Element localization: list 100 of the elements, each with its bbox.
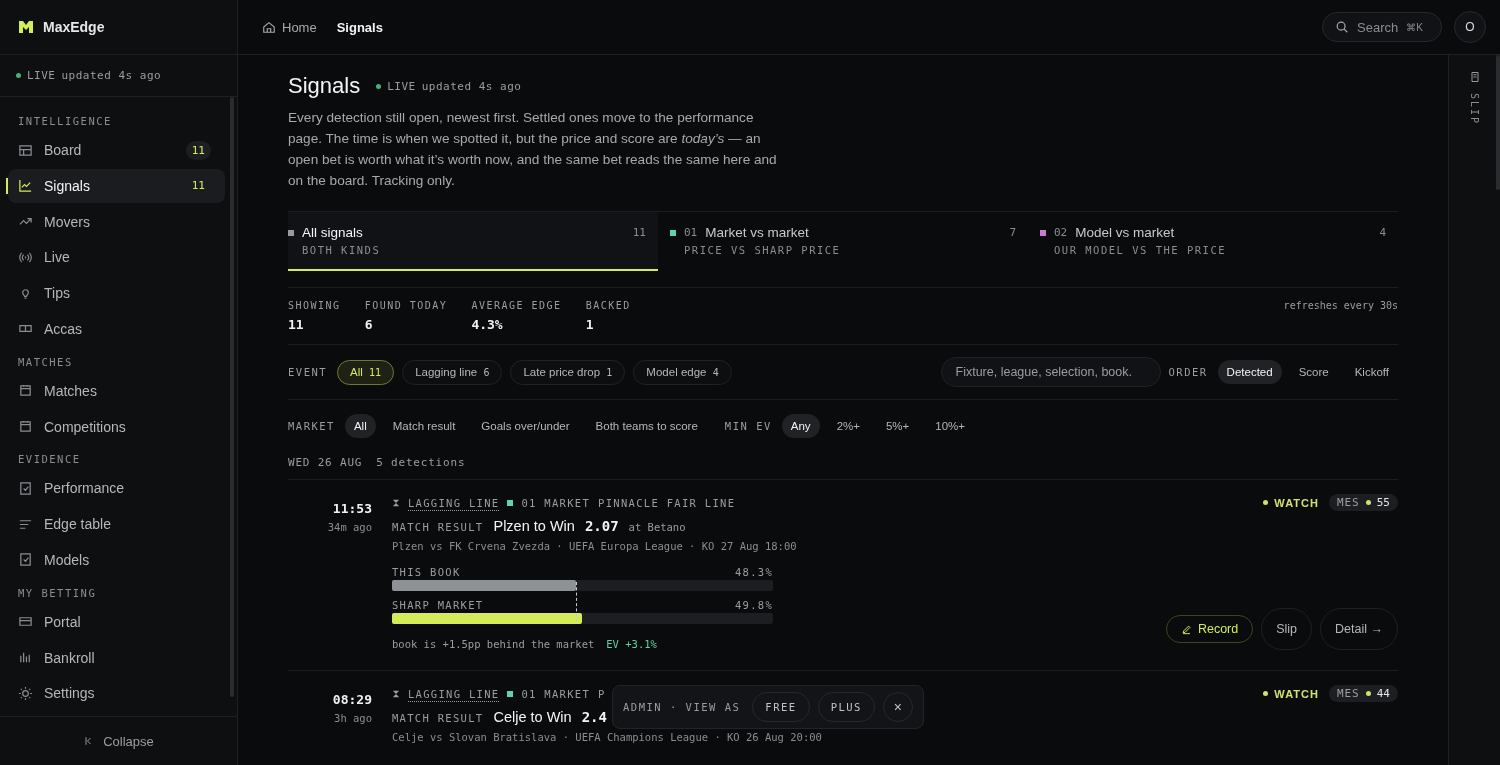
event-filter-chip[interactable]: Late price drop 1 <box>510 359 626 385</box>
order-option[interactable]: Score <box>1289 360 1338 384</box>
price: 2.07 <box>584 518 619 534</box>
bookmaker: at Betano <box>628 521 686 533</box>
price: 2.4 <box>581 709 607 725</box>
event-filter-chip[interactable]: Lagging line 6 <box>402 359 503 385</box>
nav-item[interactable]: Portal <box>8 604 225 639</box>
hourglass-icon <box>392 690 400 698</box>
status-label: WATCH <box>1263 496 1319 509</box>
home-icon <box>262 20 276 34</box>
event-filter-chip[interactable]: Model edge 4 <box>633 359 732 385</box>
time-ago: 34m ago <box>327 521 372 533</box>
min-ev-option[interactable]: 2%+ <box>827 414 869 438</box>
time-ago: 3h ago <box>334 712 372 724</box>
filter-label: EVENT <box>288 366 328 378</box>
pencil-icon <box>1180 623 1192 635</box>
signal-type-tab[interactable]: 01 Market vs market 7 PRICE VS SHARP PRICE <box>658 212 1028 271</box>
selection-name: Plzen to Win <box>493 518 575 534</box>
page-title: Signals <box>288 73 361 99</box>
nav-item[interactable]: Accas <box>8 312 225 346</box>
stat-value: 6 <box>364 317 374 332</box>
live-label: LIVE <box>27 69 56 82</box>
filter-search-field[interactable]: Fixture, league, selection, book. <box>940 357 1161 387</box>
nav-icon <box>18 178 33 194</box>
nav-icon <box>18 552 33 568</box>
nav-icon <box>18 383 33 399</box>
signal-type-tab[interactable]: All signals 11 BOTH KINDS <box>288 212 658 271</box>
min-ev-option[interactable]: Any <box>781 414 820 438</box>
nav-item[interactable]: Matches <box>8 373 225 408</box>
signal-type-tab[interactable]: 02 Model vs market 4 OUR MODEL VS THE PRICE <box>1028 212 1398 271</box>
detection-count: 5 detections <box>376 456 466 469</box>
avatar[interactable]: O <box>1454 11 1486 43</box>
fixture-info: Plzen vs FK Crvena Zvezda · UEFA Europa League · KO 27 Aug 18:00 <box>392 539 797 554</box>
score-badge: MES 55 <box>1328 494 1398 511</box>
admin-label: ADMIN · VIEW AS <box>623 701 741 713</box>
selection-name: Celje to Win <box>493 709 572 725</box>
nav-item[interactable]: Edge table <box>8 507 225 542</box>
bar-value: 49.8% <box>734 599 773 611</box>
page-description: Every detection still open, newest first. Settled ones move to the performance page. The time is when we spotted it, but the price and score are today’s — an open bet is worth what it’s worth now, and the same bet reads the same here and on the board. Tracking only. <box>288 109 778 190</box>
signal-type-link[interactable]: LAGGING LINE <box>408 497 500 509</box>
nav-item[interactable]: Live <box>8 240 225 275</box>
section-heading: MATCHES <box>17 354 74 370</box>
nav-item[interactable]: Movers <box>8 204 225 239</box>
section-heading: MY BETTING <box>17 585 98 601</box>
signal-kind: 01 MARKET <box>521 688 591 700</box>
stat-value: 1 <box>585 317 595 332</box>
event-filter-chip[interactable]: All 11 <box>337 359 395 385</box>
reference-marker <box>576 582 577 622</box>
item-count: 11 <box>185 140 211 160</box>
live-status: updated 4s ago <box>421 79 522 93</box>
bar-value: 48.3% <box>734 566 773 578</box>
nav-item[interactable]: Board 11 <box>8 133 225 167</box>
nav-item[interactable]: Bankroll <box>8 640 225 675</box>
item-count: 11 <box>190 178 206 195</box>
section-heading: EVIDENCE <box>17 452 82 468</box>
signal-source: P <box>598 688 606 700</box>
nav-item[interactable]: Models <box>8 542 225 577</box>
search-button[interactable]: Search ⌘K <box>1322 12 1442 42</box>
shortcut-hint: ⌘K <box>1406 21 1423 33</box>
market-filter-option[interactable]: Both teams to score <box>586 414 707 438</box>
stat-value: 11 <box>288 317 305 332</box>
market-filter-option[interactable]: Match result <box>383 414 465 438</box>
min-ev-option[interactable]: 10%+ <box>926 414 975 438</box>
nav-item[interactable]: Signals 11 <box>8 168 225 203</box>
bar-label: THIS BOOK <box>392 566 461 578</box>
market-name: MATCH RESULT <box>392 521 484 533</box>
bar-label: SHARP MARKET <box>392 599 484 611</box>
min-ev-option[interactable]: 5%+ <box>876 414 919 438</box>
market-filter-option[interactable]: Goals over/under <box>472 414 579 438</box>
breadcrumb-link[interactable]: Signals <box>336 19 383 35</box>
ev-value: EV +3.1% <box>606 638 657 650</box>
nav-item[interactable]: Competitions <box>8 409 225 444</box>
nav-item[interactable]: Tips <box>8 276 225 311</box>
brand-name: MaxEdge <box>43 19 105 35</box>
nav-item[interactable]: Settings <box>8 676 225 711</box>
day-heading: WED 26 AUG <box>288 456 363 469</box>
stat-label: SHOWING <box>288 300 341 311</box>
breadcrumb-link[interactable]: Home <box>262 19 317 35</box>
gap-note: book is +1.5pp behind the market <box>392 638 595 650</box>
hourglass-icon <box>392 499 400 507</box>
slip-label[interactable]: SLIP <box>1469 93 1480 126</box>
filter-label: ORDER <box>1168 366 1208 378</box>
live-dot-icon <box>16 73 21 78</box>
document-icon[interactable] <box>1468 71 1481 83</box>
order-option[interactable]: Detected <box>1217 360 1282 384</box>
refresh-note: refreshes every 30s <box>1283 300 1398 311</box>
nav-item[interactable]: Performance <box>8 471 225 506</box>
stat-value: 4.3% <box>471 317 504 332</box>
status-label: WATCH <box>1263 687 1319 700</box>
search-icon <box>1335 20 1349 34</box>
stat-label: AVERAGE EDGE <box>471 300 562 311</box>
order-option[interactable]: Kickoff <box>1345 360 1398 384</box>
nav-icon <box>18 685 33 701</box>
stat-label: FOUND TODAY <box>364 300 448 311</box>
logo-icon <box>18 19 34 35</box>
nav-icon <box>18 480 33 496</box>
signal-type-link[interactable]: LAGGING LINE <box>408 688 500 700</box>
live-dot-icon <box>376 83 382 89</box>
fixture-info: Celje vs Slovan Bratislava · UEFA Champions League · KO 26 Aug 20:00 <box>392 730 822 745</box>
market-filter-option[interactable]: All <box>344 414 376 438</box>
